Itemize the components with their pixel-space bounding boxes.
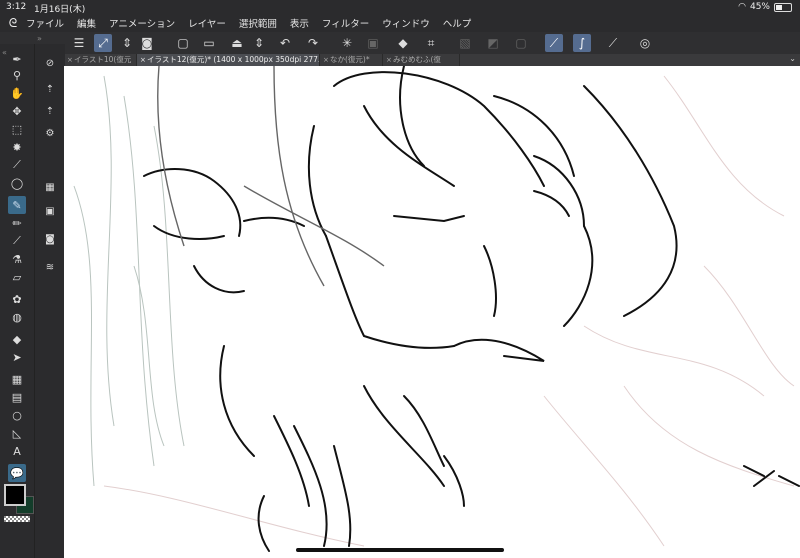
airbrush-icon[interactable]: ⚗ — [8, 250, 26, 268]
sub-tool-strip: » ⊘ ⇡ ⇡ ⚙ ▦ ▣ ◙ ≋ — [34, 34, 65, 558]
tab-document[interactable]: × みむめむふ(復 — [383, 54, 460, 66]
fill-icon[interactable]: ◆ — [394, 34, 412, 52]
menu-layer[interactable]: レイヤー — [188, 16, 226, 30]
layer-move-icon[interactable]: ⇡ — [41, 102, 59, 120]
close-tab-icon[interactable]: × — [67, 54, 73, 66]
material-icon[interactable]: ▣ — [41, 202, 59, 220]
hand-icon[interactable]: ✋ — [8, 84, 26, 102]
lasso-icon[interactable]: ◯ — [8, 174, 26, 192]
brush-icon[interactable]: ⟋ — [8, 232, 26, 250]
blend-icon[interactable]: ◍ — [8, 308, 26, 326]
document-tabs: × イラスト10(復元 × イラスト12(復元)* (1400 x 1000px 3… — [64, 54, 800, 66]
curve-pen-icon[interactable]: ∫ — [573, 34, 591, 52]
redo-icon[interactable]: ↷ — [304, 34, 322, 52]
object-select-icon[interactable]: ⊘ — [41, 54, 59, 72]
zoom-icon[interactable]: ⚲ — [8, 66, 26, 84]
menu-view[interactable]: 表示 — [290, 16, 309, 30]
menu-filter[interactable]: フィルター — [322, 16, 369, 30]
transform-loading-icon[interactable]: ✳ — [338, 34, 356, 52]
clear-icon[interactable]: ▣ — [364, 34, 382, 52]
eyedropper-icon[interactable]: ⟋ — [8, 156, 26, 174]
transparent-color-swatch[interactable] — [4, 516, 30, 522]
battery-text: 45% — [749, 2, 770, 12]
pen-tool-icon[interactable]: ✎ — [8, 196, 26, 214]
frame-icon[interactable]: ▤ — [8, 388, 26, 406]
companion-icon[interactable]: ◙ — [138, 34, 156, 52]
tab-label: イラスト12(復元)* (1400 x 1000px 350dpi 277.7%… — [147, 55, 320, 64]
figure-icon[interactable]: ○ — [8, 406, 26, 424]
menu-animation[interactable]: アニメーション — [109, 16, 175, 30]
status-right: ◠ 45% — [738, 2, 792, 12]
decorate-icon[interactable]: ✿ — [8, 290, 26, 308]
menu-bar: ᘓ ファイル 編集 アニメーション レイヤー 選択範囲 表示 フィルター ウィン… — [0, 14, 800, 32]
new-file-icon[interactable]: ▢ — [174, 34, 192, 52]
line-pen-icon[interactable]: ⟋ — [545, 34, 563, 52]
move-icon[interactable]: ✥ — [8, 102, 26, 120]
drawing-canvas[interactable] — [64, 66, 800, 558]
eraser-icon[interactable]: ▱ — [8, 268, 26, 286]
collapse-icon[interactable]: » — [37, 34, 42, 43]
layer-select-icon[interactable]: ⇡ — [41, 80, 59, 98]
updown-icon[interactable]: ⇕ — [250, 34, 268, 52]
tab-document-active[interactable]: × イラスト12(復元)* (1400 x 1000px 350dpi 277.7… — [137, 54, 320, 66]
tab-document[interactable]: × なか(復元)* — [320, 54, 383, 66]
text-icon[interactable]: A — [8, 442, 26, 460]
pencil-tool-icon[interactable]: ✏ — [8, 214, 26, 232]
invert-icon[interactable]: ◩ — [484, 34, 502, 52]
clip-studio-logo-icon[interactable]: ᘓ — [0, 16, 26, 31]
fill-tool-icon[interactable]: ◆ — [8, 330, 26, 348]
menu-icon[interactable]: ☰ — [70, 34, 88, 52]
menu-file[interactable]: ファイル — [26, 16, 64, 30]
ruler-pen-icon[interactable]: ⟋ — [604, 34, 622, 52]
layers-icon[interactable]: ≋ — [41, 258, 59, 276]
layer-settings-icon[interactable]: ⚙ — [41, 124, 59, 142]
tool-palette: « ✒ ⚲ ✋ ✥ ⬚ ✸ ⟋ ◯ ✎ ✏ ⟋ ⚗ ▱ ✿ ◍ ◆ ➤ ▦ ▤ … — [0, 44, 34, 558]
collapse-icon[interactable]: « — [2, 48, 7, 57]
crop-icon[interactable]: ⌗ — [422, 34, 440, 52]
ruler-icon[interactable]: ◺ — [8, 424, 26, 442]
gradient-icon[interactable]: ▦ — [8, 370, 26, 388]
menu-selection[interactable]: 選択範囲 — [239, 16, 277, 30]
home-indicator — [296, 548, 504, 552]
tab-label: なか(復元)* — [330, 55, 370, 64]
tab-document[interactable]: × イラスト10(復元 — [64, 54, 137, 66]
color-swatches — [2, 484, 34, 522]
select-icon[interactable]: ⬚ — [8, 120, 26, 138]
menu-help[interactable]: ヘルプ — [443, 16, 472, 30]
navigator-icon[interactable]: ▦ — [41, 178, 59, 196]
menu-window[interactable]: ウィンドウ — [382, 16, 430, 30]
balloon-icon[interactable]: 💬 — [8, 464, 26, 482]
deselect-icon[interactable]: ▧ — [456, 34, 474, 52]
line-art-drawing — [73, 66, 800, 552]
resize-icon[interactable]: ⤢ — [94, 34, 112, 52]
menu-edit[interactable]: 編集 — [77, 16, 96, 30]
lasso-fill-icon[interactable]: ◎ — [636, 34, 654, 52]
battery-icon — [774, 2, 792, 12]
camera-icon[interactable]: ◙ — [41, 230, 59, 248]
undo-icon[interactable]: ↶ — [276, 34, 294, 52]
border-icon[interactable]: ▢ — [512, 34, 530, 52]
open-icon[interactable]: ▭ — [200, 34, 218, 52]
chevron-down-icon[interactable]: ⌄ — [789, 54, 796, 63]
tab-label: イラスト10(復元 — [74, 55, 132, 64]
command-bar: ☰ ⤢ ⇕ ◙ ▢ ▭ ⏏ ⇕ ↶ ↷ ✳ ▣ ◆ ⌗ ▧ ◩ ▢ ⟋ ∫ ⟋ … — [0, 32, 800, 55]
wifi-icon: ◠ — [738, 2, 746, 12]
ios-status-bar: 3:12 1月16日(木) ◠ 45% — [0, 0, 800, 15]
close-tab-icon[interactable]: × — [140, 54, 146, 66]
close-tab-icon[interactable]: × — [386, 54, 392, 66]
status-time: 3:12 — [6, 2, 27, 12]
save-icon[interactable]: ⏏ — [228, 34, 246, 52]
magic-wand-icon[interactable]: ✸ — [8, 138, 26, 156]
close-tab-icon[interactable]: × — [323, 54, 329, 66]
updown-icon[interactable]: ⇕ — [118, 34, 136, 52]
tab-label: みむめむふ(復 — [393, 55, 441, 64]
main-color-swatch[interactable] — [4, 484, 26, 506]
select-layer-icon[interactable]: ➤ — [8, 348, 26, 366]
